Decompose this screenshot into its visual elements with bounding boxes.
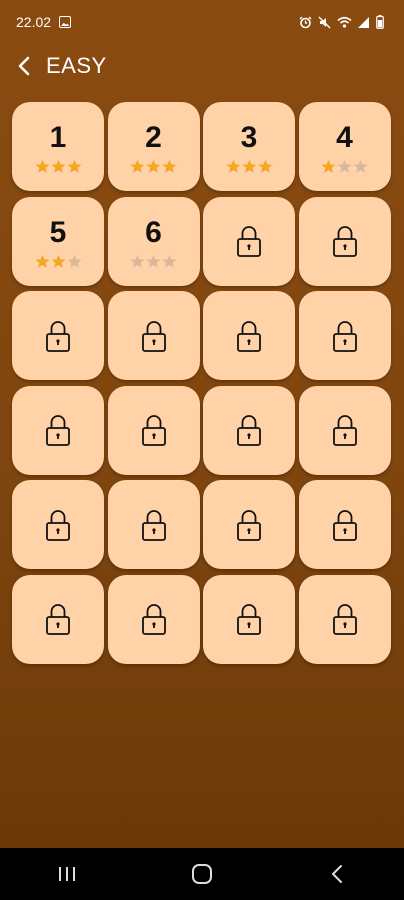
level-stars bbox=[35, 254, 82, 269]
star-filled-icon bbox=[226, 159, 240, 173]
level-number: 5 bbox=[49, 215, 67, 249]
star-filled-icon bbox=[258, 159, 272, 173]
level-stars bbox=[130, 159, 177, 174]
level-stars bbox=[321, 159, 368, 174]
star-empty-icon bbox=[67, 254, 81, 268]
lock-icon bbox=[237, 226, 261, 257]
signal-icon bbox=[358, 16, 369, 28]
mute-icon bbox=[318, 16, 331, 28]
back-icon bbox=[331, 865, 342, 883]
level-tile-locked[interactable] bbox=[298, 574, 391, 664]
lock-icon bbox=[332, 226, 357, 257]
star-filled-icon bbox=[35, 254, 49, 268]
star-filled-icon bbox=[51, 159, 65, 173]
chevron-left-icon bbox=[18, 56, 30, 76]
lock-icon bbox=[332, 509, 357, 541]
level-number: 4 bbox=[336, 121, 353, 154]
recent-apps-button[interactable] bbox=[37, 854, 97, 894]
level-tile-locked[interactable] bbox=[298, 480, 391, 569]
level-tile-5[interactable]: 5 bbox=[12, 196, 104, 286]
level-tile-locked[interactable] bbox=[107, 291, 200, 380]
level-tile-locked[interactable] bbox=[107, 385, 200, 475]
level-tile-locked[interactable] bbox=[12, 291, 104, 380]
nav-back-button[interactable] bbox=[307, 854, 367, 894]
star-filled-icon bbox=[162, 159, 177, 173]
level-stars bbox=[35, 159, 82, 174]
recent-apps-icon bbox=[59, 867, 76, 881]
status-icons bbox=[299, 15, 384, 29]
lock-icon bbox=[141, 320, 166, 352]
level-number: 3 bbox=[240, 121, 258, 154]
level-tile-locked[interactable] bbox=[12, 480, 104, 569]
navigation-bar bbox=[0, 848, 404, 900]
level-tile-locked[interactable] bbox=[203, 480, 295, 569]
level-number: 6 bbox=[145, 215, 162, 249]
page-title: EASY bbox=[46, 53, 107, 78]
lock-icon bbox=[46, 509, 70, 541]
level-tile-locked[interactable] bbox=[203, 385, 295, 475]
level-tile-2[interactable]: 2 bbox=[107, 102, 200, 191]
lock-icon bbox=[332, 320, 357, 352]
lock-icon bbox=[141, 509, 166, 541]
star-filled-icon bbox=[51, 254, 65, 268]
star-filled-icon bbox=[242, 159, 256, 173]
level-tile-locked[interactable] bbox=[298, 291, 391, 380]
lock-icon bbox=[332, 604, 357, 635]
lock-icon bbox=[237, 415, 261, 446]
level-tile-locked[interactable] bbox=[12, 574, 104, 664]
level-tile-locked[interactable] bbox=[298, 385, 391, 475]
level-number: 2 bbox=[145, 121, 162, 154]
level-tile-locked[interactable] bbox=[107, 574, 200, 664]
level-tile-locked[interactable] bbox=[203, 291, 295, 380]
lock-icon bbox=[332, 415, 357, 446]
level-grid: 1 2 3 4 5 6 bbox=[12, 102, 391, 664]
lock-icon bbox=[46, 415, 70, 446]
level-tile-6[interactable]: 6 bbox=[107, 196, 200, 286]
star-filled-icon bbox=[146, 159, 161, 173]
lock-icon bbox=[237, 604, 261, 635]
level-stars bbox=[226, 159, 273, 174]
home-button[interactable] bbox=[172, 854, 232, 894]
status-left: 22.02 bbox=[16, 14, 72, 30]
star-empty-icon bbox=[146, 254, 161, 268]
lock-icon bbox=[46, 320, 70, 352]
level-tile-1[interactable]: 1 bbox=[12, 102, 104, 191]
level-tile-locked[interactable] bbox=[298, 196, 391, 286]
star-filled-icon bbox=[35, 159, 49, 173]
home-icon bbox=[191, 864, 212, 884]
level-tile-locked[interactable] bbox=[107, 480, 200, 569]
level-tile-locked[interactable] bbox=[203, 196, 295, 286]
status-time: 22.02 bbox=[16, 14, 52, 30]
star-empty-icon bbox=[353, 159, 368, 173]
level-tile-locked[interactable] bbox=[203, 574, 295, 664]
level-tile-4[interactable]: 4 bbox=[298, 102, 391, 191]
level-tile-3[interactable]: 3 bbox=[203, 102, 295, 191]
battery-icon bbox=[376, 15, 384, 29]
star-empty-icon bbox=[162, 254, 177, 268]
star-filled-icon bbox=[130, 159, 145, 173]
star-filled-icon bbox=[321, 159, 336, 173]
lock-icon bbox=[237, 509, 261, 541]
level-tile-locked[interactable] bbox=[12, 385, 104, 475]
star-filled-icon bbox=[67, 159, 81, 173]
header: EASY bbox=[0, 44, 404, 88]
back-button[interactable] bbox=[14, 52, 34, 80]
lock-icon bbox=[237, 320, 261, 352]
wifi-icon bbox=[337, 16, 352, 28]
level-stars bbox=[130, 254, 177, 269]
status-bar: 22.02 bbox=[0, 0, 404, 44]
gallery-icon bbox=[59, 16, 72, 28]
lock-icon bbox=[141, 604, 166, 635]
lock-icon bbox=[141, 415, 166, 446]
lock-icon bbox=[46, 604, 70, 635]
alarm-icon bbox=[299, 16, 312, 28]
level-number: 1 bbox=[49, 121, 67, 154]
star-empty-icon bbox=[337, 159, 352, 173]
star-empty-icon bbox=[130, 254, 145, 268]
